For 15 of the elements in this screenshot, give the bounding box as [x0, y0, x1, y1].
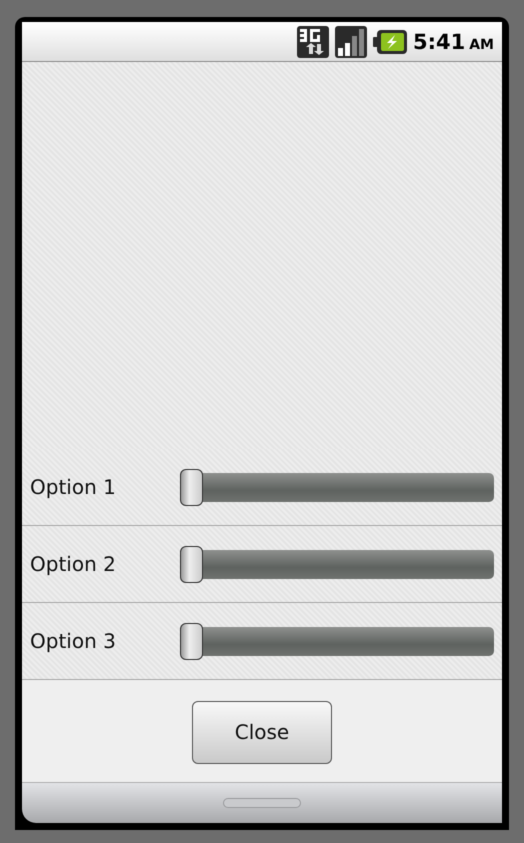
close-button[interactable]: Close: [192, 700, 332, 764]
slider-thumb[interactable]: [180, 468, 203, 506]
option-label: Option 2: [30, 552, 117, 576]
battery-charging-icon: [372, 30, 407, 54]
slider-thumb[interactable]: [180, 546, 203, 582]
slider-track[interactable]: [180, 468, 494, 506]
option-label: Option 3: [30, 629, 117, 653]
clock-text: 5:41 AM: [412, 30, 494, 54]
signal-icon: [334, 26, 367, 58]
network-3g-icon: [296, 26, 329, 58]
slider-track[interactable]: [180, 622, 494, 660]
slider-track[interactable]: [180, 546, 494, 582]
handle-icon[interactable]: [223, 798, 301, 808]
slider-thumb[interactable]: [180, 622, 203, 660]
option-label: Option 1: [30, 475, 117, 499]
